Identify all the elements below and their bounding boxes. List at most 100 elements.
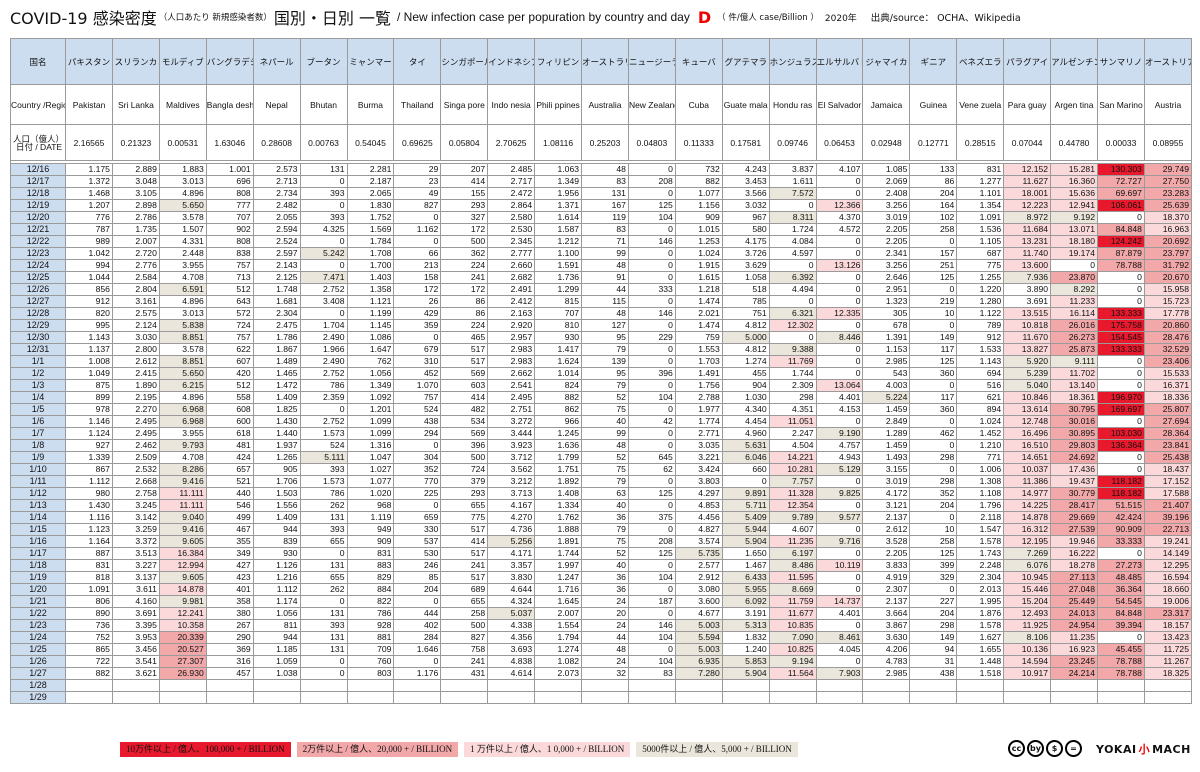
value-cell: 5.129	[815, 463, 864, 476]
country-population: 0.09746	[768, 124, 817, 161]
value-cell: 1.058	[721, 271, 770, 284]
value-cell: 1.001	[205, 163, 254, 176]
value-cell: 2.612	[862, 523, 911, 536]
value-cell: 7.936	[1003, 271, 1052, 284]
value-cell: 2.804	[111, 283, 160, 296]
value-cell: 10.818	[1003, 319, 1052, 332]
value-cell: 1.627	[956, 631, 1005, 644]
row-date: 1/8	[9, 439, 67, 452]
row-date: 12/21	[9, 223, 67, 236]
country-population: 0.25203	[581, 124, 629, 161]
value-cell: 1.030	[721, 391, 770, 404]
value-cell: 66	[393, 247, 442, 260]
value-cell	[627, 679, 676, 692]
table-row: 12/16 1.175 2.889 1.883 1.001 2.573 131 2.281 29…	[9, 163, 1193, 176]
country-name-en: Thailand	[393, 84, 442, 125]
value-cell: 0	[1097, 451, 1145, 464]
value-cell: 13.423	[1143, 631, 1193, 644]
value-cell: 0	[815, 271, 864, 284]
row-date: 12/26	[9, 283, 67, 296]
value-cell: 2.187	[346, 175, 395, 188]
value-cell	[674, 679, 723, 692]
value-cell: 369	[205, 643, 254, 656]
value-cell: 86	[440, 295, 489, 308]
value-cell	[440, 691, 489, 704]
value-cell: 9.190	[815, 427, 864, 440]
table-row: 1/11 1.112 2.668 9.416 521 1.706 1.573 1.077 770…	[9, 475, 1193, 488]
value-cell: 440	[205, 487, 254, 500]
value-cell: 912	[65, 295, 113, 308]
value-cell: 204	[909, 499, 958, 512]
value-cell	[158, 679, 207, 692]
value-cell: 1.888	[534, 523, 583, 536]
value-cell: 927	[65, 439, 113, 452]
value-cell: 5.037	[487, 607, 536, 620]
country-population: 0.28608	[252, 124, 301, 161]
value-cell: 2.912	[674, 571, 723, 584]
value-cell: 989	[65, 235, 113, 248]
row-date: 1/13	[9, 499, 67, 512]
value-cell: 29	[393, 163, 442, 176]
value-cell: 91	[581, 271, 629, 284]
value-cell: 352	[909, 487, 958, 500]
value-cell: 1.459	[862, 403, 911, 416]
row-date: 1/14	[9, 511, 67, 524]
value-cell: 500	[440, 619, 489, 632]
value-cell: 1.070	[393, 379, 442, 392]
value-cell: 655	[440, 595, 489, 608]
value-cell: 13.827	[1003, 343, 1052, 356]
value-cell: 452	[393, 367, 442, 380]
value-cell: 149	[909, 631, 958, 644]
by-icon: by	[1027, 740, 1044, 757]
value-cell: 1.027	[346, 463, 395, 476]
value-cell: 48	[581, 259, 629, 272]
value-cell: 14.651	[1003, 451, 1052, 464]
value-cell: 4.324	[487, 595, 536, 608]
value-cell: 2.069	[862, 175, 911, 188]
value-cell: 1.216	[252, 571, 301, 584]
value-cell: 462	[909, 427, 958, 440]
value-cell: 0	[1097, 367, 1145, 380]
value-cell: 139	[581, 355, 629, 368]
value-cell: 1.119	[346, 511, 395, 524]
value-cell: 1.762	[534, 511, 583, 524]
value-cell: 9.040	[158, 511, 207, 524]
value-cell: 75	[581, 403, 629, 416]
value-cell: 94	[909, 643, 958, 656]
value-cell: 0	[768, 295, 817, 308]
value-cell: 21.407	[1143, 499, 1193, 512]
value-cell: 172	[440, 283, 489, 296]
value-cell: 329	[909, 571, 958, 584]
value-cell: 13.600	[1003, 259, 1052, 272]
value-cell: 1.474	[674, 319, 723, 332]
value-cell: 316	[205, 655, 254, 668]
value-cell: 2.594	[252, 223, 301, 236]
value-cell: 1.042	[65, 247, 113, 260]
value-cell: 1.784	[346, 235, 395, 248]
value-cell: 359	[393, 319, 442, 332]
value-cell: 2.720	[111, 247, 160, 260]
value-cell: 5.650	[158, 199, 207, 212]
value-cell: 11.725	[1143, 643, 1193, 656]
value-cell: 0	[768, 259, 817, 272]
value-cell: 0	[299, 307, 348, 320]
value-cell: 1.153	[862, 343, 911, 356]
value-cell: 0	[299, 259, 348, 272]
value-cell: 16.371	[1143, 379, 1193, 392]
value-cell: 208	[627, 175, 676, 188]
value-cell: 258	[440, 607, 489, 620]
value-cell: 4.401	[815, 391, 864, 404]
value-cell: 0	[815, 415, 864, 428]
value-cell: 3.245	[111, 499, 160, 512]
value-cell: 1.274	[721, 355, 770, 368]
value-cell: 3.578	[158, 343, 207, 356]
row-date: 12/22	[9, 235, 67, 248]
cc-icon: cc	[1008, 740, 1025, 757]
value-cell: 23.797	[1143, 247, 1193, 260]
country-name-en: Maldives	[158, 84, 207, 125]
value-cell: 1.274	[534, 643, 583, 656]
value-cell: 1.491	[674, 367, 723, 380]
value-cell: 3.453	[721, 175, 770, 188]
value-cell: 27.307	[158, 655, 207, 668]
value-cell	[205, 691, 254, 704]
